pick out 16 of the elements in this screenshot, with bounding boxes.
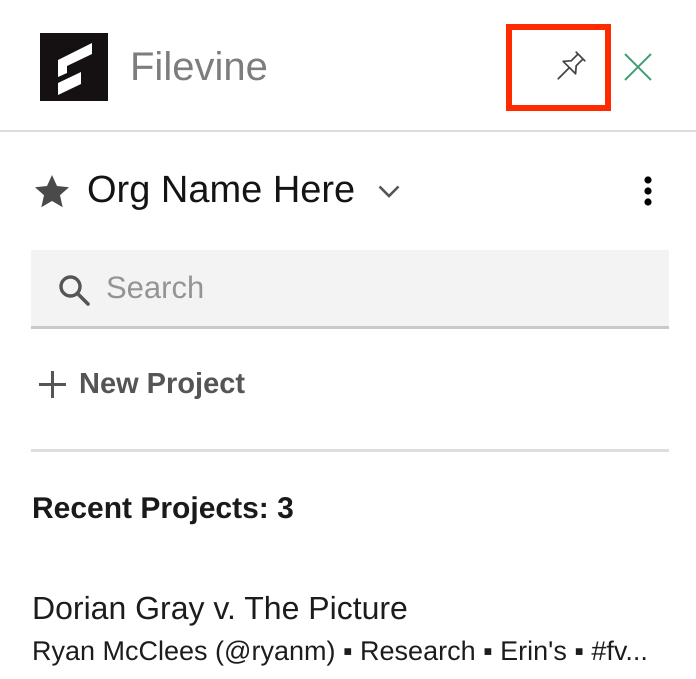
close-button[interactable] <box>624 53 652 81</box>
more-options-button[interactable] <box>644 176 652 206</box>
section-heading: Recent Projects: 3 <box>32 492 294 526</box>
close-icon <box>624 53 652 81</box>
star-icon[interactable] <box>34 174 70 208</box>
more-icon <box>644 176 652 206</box>
project-details: Ryan McClees (@ryanm) ▪ Research ▪ Erin's ▪ #fv... <box>32 636 648 666</box>
brand-name: Filevine <box>130 47 268 87</box>
plus-icon <box>39 370 66 398</box>
search-icon <box>58 274 90 306</box>
org-selector[interactable]: Org Name Here <box>87 169 400 213</box>
chevron-down-icon <box>378 184 400 198</box>
new-project-button[interactable]: New Project <box>31 359 245 409</box>
project-title[interactable]: Dorian Gray v. The Picture <box>32 589 408 627</box>
search-field[interactable]: Search <box>31 250 669 329</box>
logo-icon <box>40 33 108 101</box>
